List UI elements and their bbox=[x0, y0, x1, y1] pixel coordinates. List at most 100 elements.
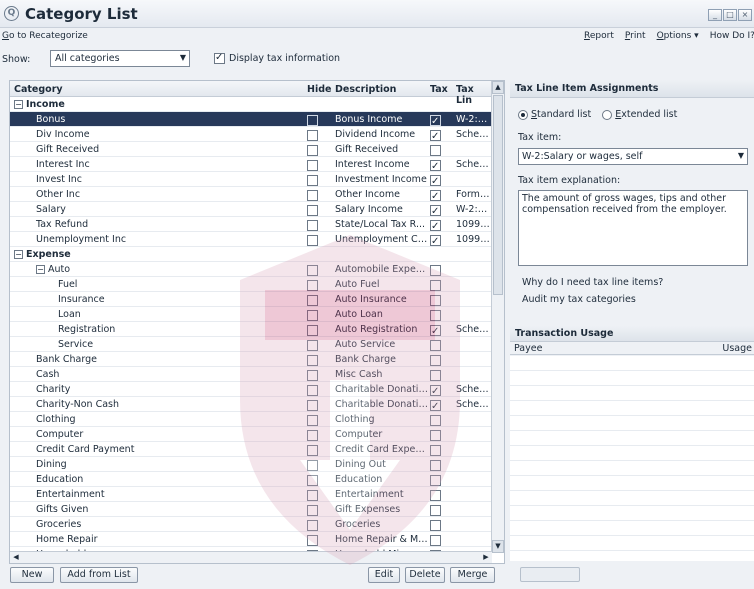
hide-checkbox[interactable] bbox=[307, 384, 318, 396]
hide-checkbox[interactable] bbox=[307, 294, 318, 306]
category-group-row[interactable]: − Income bbox=[10, 97, 492, 112]
tax-column-header[interactable]: Tax bbox=[430, 84, 448, 95]
category-row[interactable]: Interest Inc Interest Income Schedule bbox=[10, 157, 492, 172]
tax-checkbox[interactable] bbox=[430, 204, 441, 217]
tax-checkbox[interactable] bbox=[430, 384, 441, 397]
hide-checkbox[interactable] bbox=[307, 369, 318, 381]
vertical-scrollbar[interactable]: ▲ ▼ bbox=[491, 81, 504, 553]
horizontal-scrollbar[interactable]: ◀ ▶ bbox=[10, 551, 492, 563]
tax-checkbox[interactable] bbox=[430, 279, 441, 291]
add-from-list-button[interactable]: Add from List bbox=[60, 567, 138, 583]
tax-item-dropdown[interactable]: W-2:Salary or wages, self ▼ bbox=[518, 148, 748, 165]
show-dropdown[interactable]: All categories ▼ bbox=[50, 50, 190, 67]
hide-checkbox[interactable] bbox=[307, 489, 318, 501]
restore-button[interactable]: □ bbox=[723, 9, 737, 21]
hide-checkbox[interactable] bbox=[307, 189, 318, 201]
scroll-left-icon[interactable]: ◀ bbox=[10, 552, 22, 563]
category-row[interactable]: − Auto Automobile Expenses bbox=[10, 262, 492, 277]
hide-checkbox[interactable] bbox=[307, 264, 318, 276]
tax-checkbox[interactable] bbox=[430, 339, 441, 351]
category-row[interactable]: Education Education bbox=[10, 472, 492, 487]
hide-checkbox[interactable] bbox=[307, 279, 318, 291]
category-row[interactable]: Computer Computer bbox=[10, 427, 492, 442]
hide-checkbox[interactable] bbox=[307, 309, 318, 321]
hide-checkbox[interactable] bbox=[307, 114, 318, 126]
tax-checkbox[interactable] bbox=[430, 144, 441, 156]
tax-checkbox[interactable] bbox=[430, 309, 441, 321]
category-row[interactable]: Groceries Groceries bbox=[10, 517, 492, 532]
go-to-recategorize-link[interactable]: Go to Recategorize bbox=[2, 31, 88, 41]
tax-checkbox[interactable] bbox=[430, 189, 441, 202]
tax-checkbox[interactable] bbox=[430, 489, 441, 501]
category-row[interactable]: Clothing Clothing bbox=[10, 412, 492, 427]
hide-checkbox[interactable] bbox=[307, 399, 318, 411]
category-row[interactable]: Cash Misc Cash bbox=[10, 367, 492, 382]
collapse-icon[interactable]: − bbox=[14, 100, 23, 109]
category-column-header[interactable]: Category bbox=[14, 84, 63, 95]
hide-checkbox[interactable] bbox=[307, 174, 318, 186]
category-row[interactable]: Tax Refund State/Local Tax R... 1099-G: bbox=[10, 217, 492, 232]
standard-list-option[interactable]: Standard list bbox=[518, 109, 591, 120]
scroll-down-icon[interactable]: ▼ bbox=[492, 540, 504, 553]
collapse-icon[interactable]: − bbox=[36, 265, 45, 274]
hide-checkbox[interactable] bbox=[307, 219, 318, 231]
hide-checkbox[interactable] bbox=[307, 429, 318, 441]
hide-checkbox[interactable] bbox=[307, 354, 318, 366]
category-row[interactable]: Bonus Bonus Income W-2:Sal bbox=[10, 112, 492, 127]
category-row[interactable]: Other Inc Other Income Form 10 bbox=[10, 187, 492, 202]
tax-checkbox[interactable] bbox=[430, 504, 441, 516]
category-row[interactable]: Gift Received Gift Received bbox=[10, 142, 492, 157]
tax-checkbox[interactable] bbox=[430, 159, 441, 172]
tax-checkbox[interactable] bbox=[430, 114, 441, 127]
category-row[interactable]: Unemployment Inc Unemployment Co... 1099-G… bbox=[10, 232, 492, 247]
category-row[interactable]: Gifts Given Gift Expenses bbox=[10, 502, 492, 517]
category-row[interactable]: Charity Charitable Donatio... Schedule bbox=[10, 382, 492, 397]
options-menu[interactable]: Options ▾ bbox=[657, 31, 699, 41]
payee-column-header[interactable]: Payee bbox=[514, 343, 542, 354]
category-row[interactable]: Dining Dining Out bbox=[10, 457, 492, 472]
category-row[interactable]: Charity-Non Cash Charitable Donatio... Sch… bbox=[10, 397, 492, 412]
edit-button[interactable]: Edit bbox=[368, 567, 400, 583]
hide-checkbox[interactable] bbox=[307, 339, 318, 351]
tax-checkbox[interactable] bbox=[430, 324, 441, 337]
extended-list-option[interactable]: Extended list bbox=[602, 109, 677, 120]
hide-checkbox[interactable] bbox=[307, 234, 318, 246]
hide-checkbox[interactable] bbox=[307, 204, 318, 216]
description-column-header[interactable]: Description bbox=[335, 84, 396, 95]
category-group-row[interactable]: − Expense bbox=[10, 247, 492, 262]
tax-checkbox[interactable] bbox=[430, 459, 441, 471]
category-row[interactable]: Div Income Dividend Income Schedule bbox=[10, 127, 492, 142]
merge-button[interactable]: Merge bbox=[450, 567, 495, 583]
tax-checkbox[interactable] bbox=[430, 129, 441, 142]
category-row[interactable]: Home Repair Home Repair & Mai... bbox=[10, 532, 492, 547]
tax-checkbox[interactable] bbox=[430, 474, 441, 486]
close-button[interactable]: × bbox=[738, 9, 752, 21]
category-row[interactable]: Insurance Auto Insurance bbox=[10, 292, 492, 307]
category-row[interactable]: Bank Charge Bank Charge bbox=[10, 352, 492, 367]
hide-checkbox[interactable] bbox=[307, 414, 318, 426]
hide-checkbox[interactable] bbox=[307, 504, 318, 516]
hide-checkbox[interactable] bbox=[307, 444, 318, 456]
delete-button[interactable]: Delete bbox=[405, 567, 445, 583]
tax-checkbox[interactable] bbox=[430, 369, 441, 381]
new-button[interactable]: New bbox=[10, 567, 54, 583]
print-menu[interactable]: Print bbox=[625, 31, 646, 41]
hide-checkbox[interactable] bbox=[307, 459, 318, 471]
scroll-thumb[interactable] bbox=[493, 95, 503, 295]
hide-checkbox[interactable] bbox=[307, 519, 318, 531]
collapse-icon[interactable]: − bbox=[14, 250, 23, 259]
category-row[interactable]: Registration Auto Registration Schedule bbox=[10, 322, 492, 337]
extended-list-radio[interactable] bbox=[602, 109, 613, 120]
category-row[interactable]: Loan Auto Loan bbox=[10, 307, 492, 322]
tax-checkbox[interactable] bbox=[430, 219, 441, 232]
category-row[interactable]: Salary Salary Income W-2:Sal bbox=[10, 202, 492, 217]
tax-checkbox[interactable] bbox=[430, 444, 441, 456]
category-row[interactable]: Service Auto Service bbox=[10, 337, 492, 352]
category-row[interactable]: Invest Inc Investment Income bbox=[10, 172, 492, 187]
tax-checkbox[interactable] bbox=[430, 414, 441, 426]
how-do-i-menu[interactable]: How Do I? bbox=[710, 31, 754, 41]
tax-checkbox[interactable] bbox=[430, 534, 441, 546]
category-row[interactable]: Entertainment Entertainment bbox=[10, 487, 492, 502]
standard-list-radio[interactable] bbox=[518, 109, 528, 120]
hide-checkbox[interactable] bbox=[307, 129, 318, 141]
